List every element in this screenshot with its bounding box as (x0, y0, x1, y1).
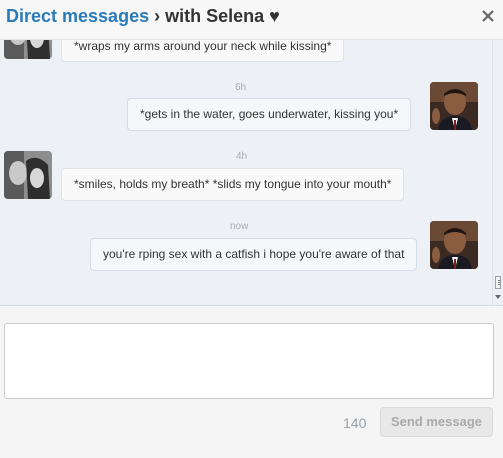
selena-avatar[interactable] (4, 151, 52, 199)
dialog-title: Direct messages › with Selena ♥ (6, 6, 280, 27)
message-text: *smiles, holds my breath* *slids my tong… (74, 177, 392, 191)
message-text: *gets in the water, goes underwater, kis… (140, 107, 399, 121)
message-timestamp: 4h (236, 151, 248, 162)
message-bubble[interactable]: *smiles, holds my breath* *slids my tong… (61, 168, 405, 201)
scroll-down-arrow-icon[interactable] (493, 293, 503, 301)
character-counter: 140 (343, 415, 367, 431)
message-thread[interactable]: *wraps my arms around your neck while ki… (0, 40, 503, 306)
selena-avatar[interactable] (4, 40, 52, 59)
my-avatar[interactable] (430, 82, 478, 130)
message-input[interactable] (4, 323, 494, 399)
scrollbar-thumb[interactable] (495, 276, 501, 289)
message-timestamp: 6h (235, 82, 247, 93)
dialog-header: Direct messages › with Selena ♥ (0, 0, 503, 40)
direct-messages-link[interactable]: Direct messages (6, 6, 149, 26)
close-icon[interactable] (481, 9, 495, 23)
message-bubble[interactable]: you're rping sex with a catfish i hope y… (90, 238, 418, 271)
message-text: you're rping sex with a catfish i hope y… (103, 247, 405, 261)
message-bubble[interactable]: *wraps my arms around your neck while ki… (61, 40, 345, 62)
thread-scrollbar[interactable] (492, 40, 503, 305)
my-avatar[interactable] (430, 221, 478, 269)
message-timestamp: now (230, 221, 249, 232)
send-message-button[interactable]: Send message (380, 407, 493, 437)
message-bubble[interactable]: *gets in the water, goes underwater, kis… (127, 98, 412, 131)
message-text: *wraps my arms around your neck while ki… (74, 40, 332, 53)
conversation-name: › with Selena ♥ (149, 6, 280, 26)
